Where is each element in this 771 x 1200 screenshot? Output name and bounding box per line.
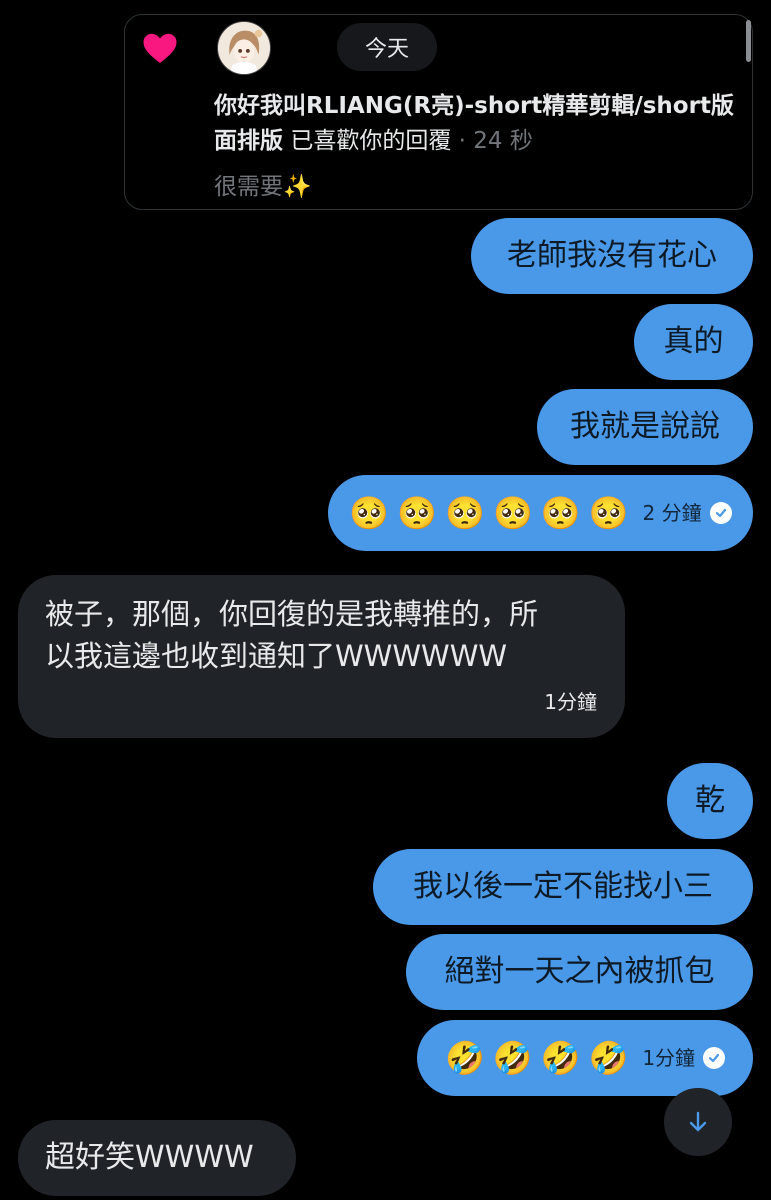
message-text: 超好笑WWWW bbox=[45, 1140, 254, 1175]
pleading-face-emoji: 🥺 bbox=[397, 494, 438, 532]
message-bubble-outgoing[interactable]: 老師我沒有花心 bbox=[471, 218, 753, 294]
heart-icon bbox=[143, 33, 177, 63]
message-time: 1分鐘 bbox=[544, 690, 597, 714]
message-time: 2 分鐘 bbox=[642, 501, 702, 525]
pleading-face-emoji: 🥺 bbox=[445, 494, 485, 532]
avatar[interactable] bbox=[217, 21, 271, 75]
rolling-laughing-emoji: 🤣 bbox=[588, 1039, 629, 1077]
message-text: 老師我沒有花心 bbox=[507, 238, 717, 273]
message-bubble-outgoing[interactable]: 🥺 🥺 🥺 🥺 🥺 🥺 2 分鐘 bbox=[328, 475, 753, 551]
scrollbar[interactable] bbox=[746, 20, 751, 62]
message-text: 我以後一定不能找小三 bbox=[413, 869, 713, 904]
arrow-down-icon bbox=[689, 1111, 707, 1132]
pleading-face-emoji: 🥺 bbox=[588, 494, 629, 532]
message-meta: 2 分鐘 bbox=[642, 495, 732, 531]
message-text: 被子，那個，你回復的是我轉推的，所 以我這邊也收到通知了WWWWWW bbox=[45, 593, 599, 677]
rolling-laughing-emoji: 🤣 bbox=[492, 1039, 533, 1077]
message-text: 乾 bbox=[695, 783, 725, 818]
date-separator: 今天 bbox=[337, 23, 437, 71]
pleading-face-emoji: 🥺 bbox=[492, 494, 533, 532]
rolling-laughing-emoji: 🤣 bbox=[540, 1039, 581, 1077]
message-text: 真的 bbox=[663, 324, 724, 359]
message-bubble-outgoing[interactable]: 乾 bbox=[667, 763, 753, 839]
rolling-laughing-emoji: 🤣 bbox=[444, 1039, 485, 1077]
message-meta: 1分鐘 bbox=[642, 1040, 726, 1076]
message-time: 1分鐘 bbox=[642, 1046, 696, 1070]
like-notification-card[interactable]: 今天 你好我叫RLIANG(R亮)-short精華剪輯/short版面排版 已喜… bbox=[124, 14, 753, 210]
pleading-face-emoji: 🥺 bbox=[349, 494, 390, 532]
notification-action: 已喜歡你的回覆 bbox=[290, 128, 452, 154]
message-line: 以我這邊也收到通知了WWWWWW bbox=[45, 639, 508, 673]
message-bubble-outgoing[interactable]: 絕對一天之內被抓包 bbox=[406, 934, 753, 1010]
check-icon bbox=[709, 502, 732, 524]
message-text: 我就是說說 bbox=[570, 409, 720, 444]
message-bubble-incoming[interactable]: 超好笑WWWW bbox=[18, 1120, 296, 1196]
message-bubble-outgoing[interactable]: 🤣 🤣 🤣 🤣 1分鐘 bbox=[417, 1020, 753, 1096]
emoji-row: 🤣 🤣 🤣 🤣 bbox=[445, 1040, 628, 1076]
message-bubble-outgoing[interactable]: 我就是說說 bbox=[537, 389, 753, 465]
notification-text: 你好我叫RLIANG(R亮)-short精華剪輯/short版面排版 已喜歡你的… bbox=[214, 89, 734, 159]
notification-quote: 很需要✨ bbox=[214, 174, 312, 200]
pleading-face-emoji: 🥺 bbox=[540, 494, 581, 532]
message-bubble-outgoing[interactable]: 我以後一定不能找小三 bbox=[373, 849, 753, 925]
message-line: 被子，那個，你回復的是我轉推的，所 bbox=[45, 597, 539, 631]
check-icon bbox=[703, 1047, 726, 1069]
emoji-row: 🥺 🥺 🥺 🥺 🥺 🥺 bbox=[349, 495, 628, 531]
notification-time: · 24 秒 bbox=[458, 128, 533, 154]
message-text: 絕對一天之內被抓包 bbox=[444, 954, 715, 989]
message-bubble-incoming[interactable]: 被子，那個，你回復的是我轉推的，所 以我這邊也收到通知了WWWWWW 1分鐘 bbox=[18, 575, 625, 738]
message-bubble-outgoing[interactable]: 真的 bbox=[634, 304, 753, 380]
scroll-to-bottom-button[interactable] bbox=[664, 1088, 732, 1156]
